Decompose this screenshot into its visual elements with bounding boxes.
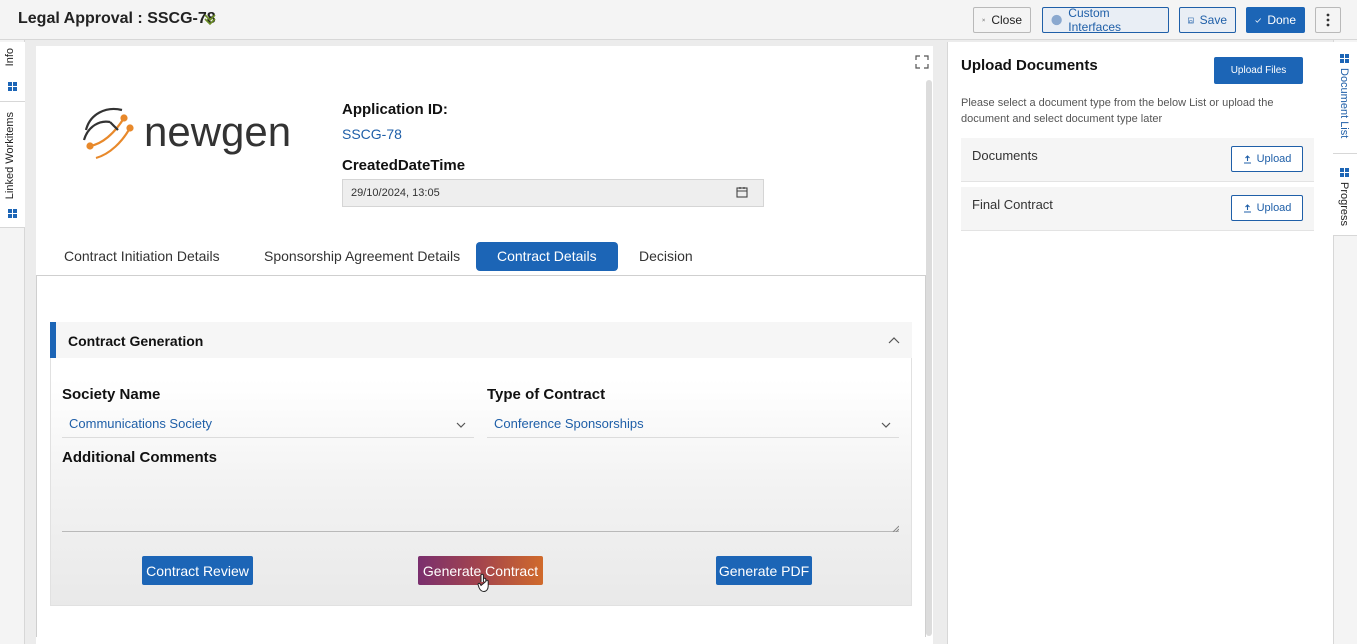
upload-documents-title: Upload Documents [961,57,1098,74]
calendar-icon[interactable] [736,186,748,198]
page-title: Legal Approval : SSCG-78 [18,10,216,27]
tab-document-list-label: Document List [1338,68,1350,139]
additional-comments-field[interactable] [62,470,899,532]
custom-interfaces-button[interactable]: Custom Interfaces [1042,6,1169,34]
expand-icon[interactable] [915,55,929,69]
documents-panel [947,42,1333,644]
grid-icon [8,82,17,91]
application-id-label: Application ID: [342,101,448,118]
upload-files-button[interactable]: Upload Files [1214,57,1303,84]
society-name-select[interactable]: Communications Society [62,411,474,438]
upload-description: Please select a document type from the b… [961,97,1274,125]
upload-icon [1243,154,1251,164]
done-button-label: Done [1267,13,1296,27]
done-button[interactable]: Done [1246,7,1305,33]
save-button[interactable]: Save [1179,7,1236,33]
tab-info[interactable]: Info [0,42,25,102]
chevron-down-icon[interactable] [203,12,217,26]
grid-icon [8,209,17,218]
society-name-value: Communications Society [69,416,213,431]
more-options-button[interactable] [1315,7,1341,33]
more-vertical-icon [1326,13,1330,27]
newgen-logo: newgen [82,107,291,160]
save-button-label: Save [1199,13,1227,27]
tab-contract-initiation-details[interactable]: Contract Initiation Details [64,248,220,264]
globe-icon [1051,14,1062,26]
contract-type-select[interactable]: Conference Sponsorships [487,411,899,438]
tab-contract-details[interactable]: Contract Details [476,242,618,271]
tab-linked-workitems[interactable]: Linked Workitems [0,102,25,228]
generate-pdf-button[interactable]: Generate PDF [716,556,812,585]
check-icon [1255,17,1262,23]
upload-icon [1243,203,1251,213]
logo-text: newgen [144,108,291,155]
created-datetime-field[interactable]: 29/10/2024, 13:05 [342,179,764,207]
close-button-label: Close [991,13,1022,27]
contract-review-button[interactable]: Contract Review [142,556,253,585]
grid-icon [1340,168,1349,177]
close-button[interactable]: Close [973,7,1031,33]
custom-interfaces-label: Custom Interfaces [1068,6,1121,34]
save-icon [1188,17,1194,23]
contract-type-value: Conference Sponsorships [494,416,644,431]
upload-button-label: Upload [1256,202,1292,214]
tab-linked-workitems-label: Linked Workitems [4,112,16,200]
chevron-down-icon [881,422,891,428]
document-row-label: Documents [972,148,1038,163]
upload-documents-button[interactable]: Upload [1231,146,1303,172]
close-icon [982,18,986,22]
section-title: Contract Generation [68,333,204,349]
upload-final-contract-button[interactable]: Upload [1231,195,1303,221]
upload-button-label: Upload [1256,153,1292,165]
resize-grip-icon[interactable] [891,524,899,532]
grid-icon [1340,54,1349,63]
tab-progress-label: Progress [1338,182,1350,227]
chevron-up-icon[interactable] [888,336,900,346]
document-row-documents: Documents Upload [961,138,1314,182]
chevron-down-icon [456,422,466,428]
tab-info-label: Info [4,48,16,67]
application-id-value: SSCG-78 [342,126,402,142]
tab-document-list[interactable]: Document List [1333,42,1357,154]
tab-decision[interactable]: Decision [639,248,693,264]
document-row-final-contract: Final Contract Upload [961,187,1314,231]
form-scrollbar[interactable] [926,80,932,636]
hand-cursor-icon [477,573,489,593]
contract-type-label: Type of Contract [487,386,606,403]
tab-progress[interactable]: Progress [1333,154,1357,236]
created-datetime-label: CreatedDateTime [342,157,466,174]
society-name-label: Society Name [62,386,161,403]
tab-sponsorship-agreement-details[interactable]: Sponsorship Agreement Details [264,248,460,264]
document-row-label: Final Contract [972,197,1053,212]
top-bar: Legal Approval : SSCG-78 Close Custom In… [0,0,1357,40]
additional-comments-label: Additional Comments [62,449,218,466]
